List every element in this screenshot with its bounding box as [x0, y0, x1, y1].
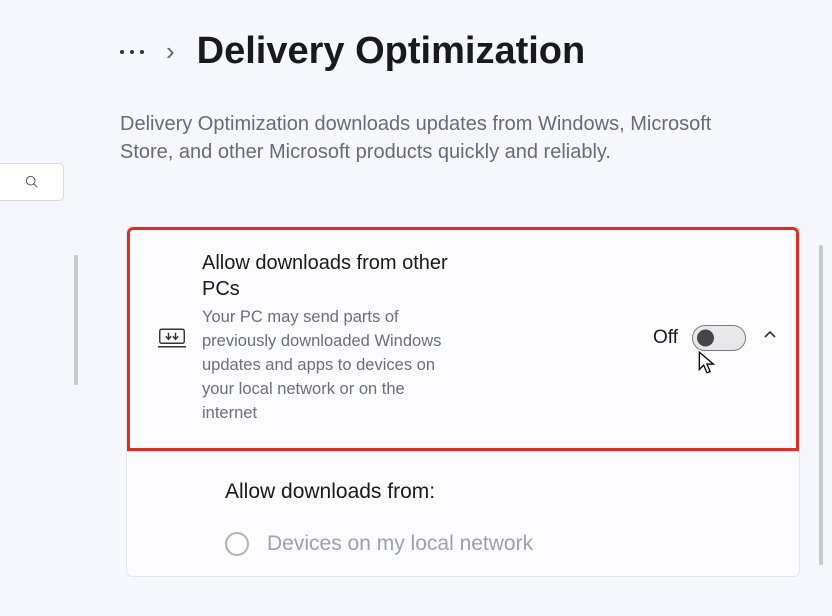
breadcrumb-ellipsis-icon[interactable]	[120, 50, 144, 54]
download-pc-icon	[148, 327, 196, 349]
options-label: Allow downloads from:	[225, 480, 781, 504]
radio-local-network-label: Devices on my local network	[267, 532, 533, 556]
allow-downloads-subtitle: Your PC may send parts of previously dow…	[202, 306, 462, 426]
search-icon	[24, 174, 40, 190]
page-description: Delivery Optimization downloads updates …	[120, 110, 750, 166]
allow-downloads-toggle[interactable]	[692, 325, 746, 351]
allow-downloads-title: Allow downloads from other PCs	[202, 250, 462, 302]
settings-card: Allow downloads from other PCs Your PC m…	[126, 226, 800, 577]
scrollbar-left[interactable]	[74, 255, 78, 385]
chevron-up-icon[interactable]	[762, 327, 778, 348]
chevron-right-icon: ›	[166, 36, 175, 67]
radio-icon	[225, 532, 249, 556]
search-input[interactable]	[0, 163, 64, 201]
allow-downloads-options: Allow downloads from: Devices on my loca…	[127, 451, 799, 576]
allow-downloads-row[interactable]: Allow downloads from other PCs Your PC m…	[127, 227, 799, 451]
toggle-state-label: Off	[653, 327, 678, 349]
scrollbar-right[interactable]	[819, 245, 823, 565]
radio-local-network[interactable]: Devices on my local network	[225, 532, 781, 556]
page-title: Delivery Optimization	[197, 30, 586, 73]
